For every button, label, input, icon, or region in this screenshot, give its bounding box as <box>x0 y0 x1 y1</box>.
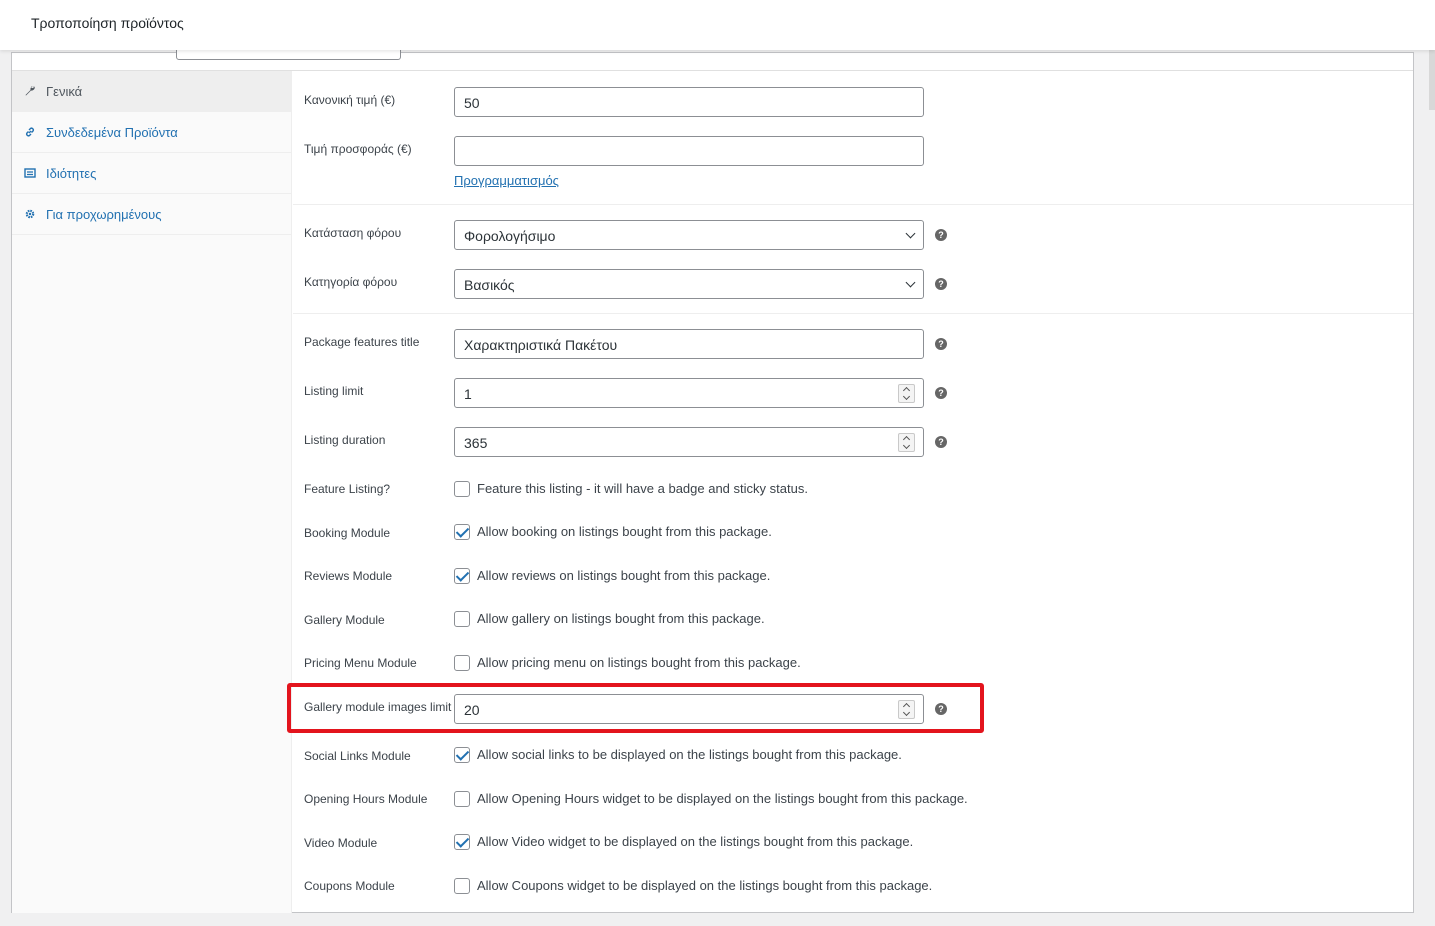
feature-listing-checkbox[interactable] <box>454 481 470 497</box>
opening-hours-module-label: Opening Hours Module <box>304 792 428 806</box>
gallery-module-label: Gallery Module <box>304 613 385 627</box>
features-title-input[interactable]: Χαρακτηριστικά Πακέτου <box>454 329 924 359</box>
tab-general[interactable]: Γενικά <box>12 71 291 112</box>
tab-advanced-label: Για προχωρημένους <box>46 206 162 222</box>
opening-hours-module-text: Allow Opening Hours widget to be display… <box>477 791 968 806</box>
help-icon[interactable]: ? <box>935 338 947 350</box>
general-panel: Κανονική τιμή (€) 50 Τιμή προσφοράς (€) … <box>293 71 1413 912</box>
opening-hours-module-checkbox[interactable] <box>454 791 470 807</box>
gallery-module-text: Allow gallery on listings bought from th… <box>477 611 765 626</box>
tax-class-select[interactable]: Βασικός <box>454 269 924 299</box>
feature-listing-text: Feature this listing - it will have a ba… <box>477 481 808 496</box>
divider <box>293 313 1413 314</box>
video-module-text: Allow Video widget to be displayed on th… <box>477 834 914 849</box>
listing-duration-label: Listing duration <box>304 433 386 447</box>
booking-module-checkbox[interactable] <box>454 524 470 540</box>
link-icon <box>23 125 37 139</box>
help-icon[interactable]: ? <box>935 278 947 290</box>
feature-listing-label: Feature Listing? <box>304 482 391 496</box>
number-spinner[interactable] <box>898 433 915 452</box>
listing-limit-value: 1 <box>464 386 472 402</box>
page-title: Τροποποίηση προϊόντος <box>31 15 184 31</box>
schedule-link[interactable]: Προγραμματισμός <box>454 173 559 188</box>
tax-class-label: Κατηγορία φόρου <box>304 275 398 289</box>
social-links-module-label: Social Links Module <box>304 749 411 763</box>
coupons-module-checkbox[interactable] <box>454 878 470 894</box>
gear-icon <box>23 207 37 221</box>
reviews-module-label: Reviews Module <box>304 569 393 583</box>
features-title-label: Package features title <box>304 335 420 349</box>
booking-module-label: Booking Module <box>304 526 391 540</box>
help-icon[interactable]: ? <box>935 436 947 448</box>
reviews-module-text: Allow reviews on listings bought from th… <box>477 568 771 583</box>
divider <box>293 204 1413 205</box>
sale-price-input[interactable] <box>454 136 924 166</box>
list-icon <box>23 166 37 180</box>
scrollbar[interactable] <box>1429 50 1435 110</box>
wrench-icon <box>23 84 37 98</box>
product-data-tabs: Γενικά Συνδεδεμένα Προϊόντα Ιδιότητες Γι… <box>12 71 292 913</box>
booking-module-text: Allow booking on listings bought from th… <box>477 524 772 539</box>
coupons-module-label: Coupons Module <box>304 879 395 893</box>
coupons-module-text: Allow Coupons widget to be displayed on … <box>477 878 933 893</box>
tab-attributes-label: Ιδιότητες <box>46 165 97 181</box>
listing-duration-value: 365 <box>464 435 488 451</box>
highlight-annotation-box <box>287 683 984 733</box>
pricing-menu-module-checkbox[interactable] <box>454 655 470 671</box>
tab-attributes[interactable]: Ιδιότητες <box>12 153 291 194</box>
video-module-label: Video Module <box>304 836 378 850</box>
social-links-module-text: Allow social links to be displayed on th… <box>477 747 902 762</box>
top-header: Τροποποίηση προϊόντος <box>0 0 1435 50</box>
product-data-panel: Γενικά Συνδεδεμένα Προϊόντα Ιδιότητες Γι… <box>11 52 1414 913</box>
listing-limit-label: Listing limit <box>304 384 364 398</box>
pricing-menu-module-text: Allow pricing menu on listings bought fr… <box>477 655 801 670</box>
help-icon[interactable]: ? <box>935 229 947 241</box>
video-module-checkbox[interactable] <box>454 834 470 850</box>
tax-status-select[interactable]: Φορολογήσιμο <box>454 220 924 250</box>
number-spinner[interactable] <box>898 384 915 403</box>
tab-linked-products-label: Συνδεδεμένα Προϊόντα <box>46 124 178 140</box>
tab-advanced[interactable]: Για προχωρημένους <box>12 194 291 235</box>
regular-price-label: Κανονική τιμή (€) <box>304 93 396 107</box>
tax-status-label: Κατάσταση φόρου <box>304 226 402 240</box>
sale-price-label: Τιμή προσφοράς (€) <box>304 142 412 156</box>
gallery-module-checkbox[interactable] <box>454 611 470 627</box>
tab-general-label: Γενικά <box>46 83 83 99</box>
tab-linked-products[interactable]: Συνδεδεμένα Προϊόντα <box>12 112 291 153</box>
social-links-module-checkbox[interactable] <box>454 747 470 763</box>
reviews-module-checkbox[interactable] <box>454 568 470 584</box>
listing-duration-input[interactable]: 365 <box>454 427 924 457</box>
listing-limit-input[interactable]: 1 <box>454 378 924 408</box>
regular-price-input[interactable]: 50 <box>454 87 924 117</box>
pricing-menu-module-label: Pricing Menu Module <box>304 656 417 670</box>
help-icon[interactable]: ? <box>935 387 947 399</box>
